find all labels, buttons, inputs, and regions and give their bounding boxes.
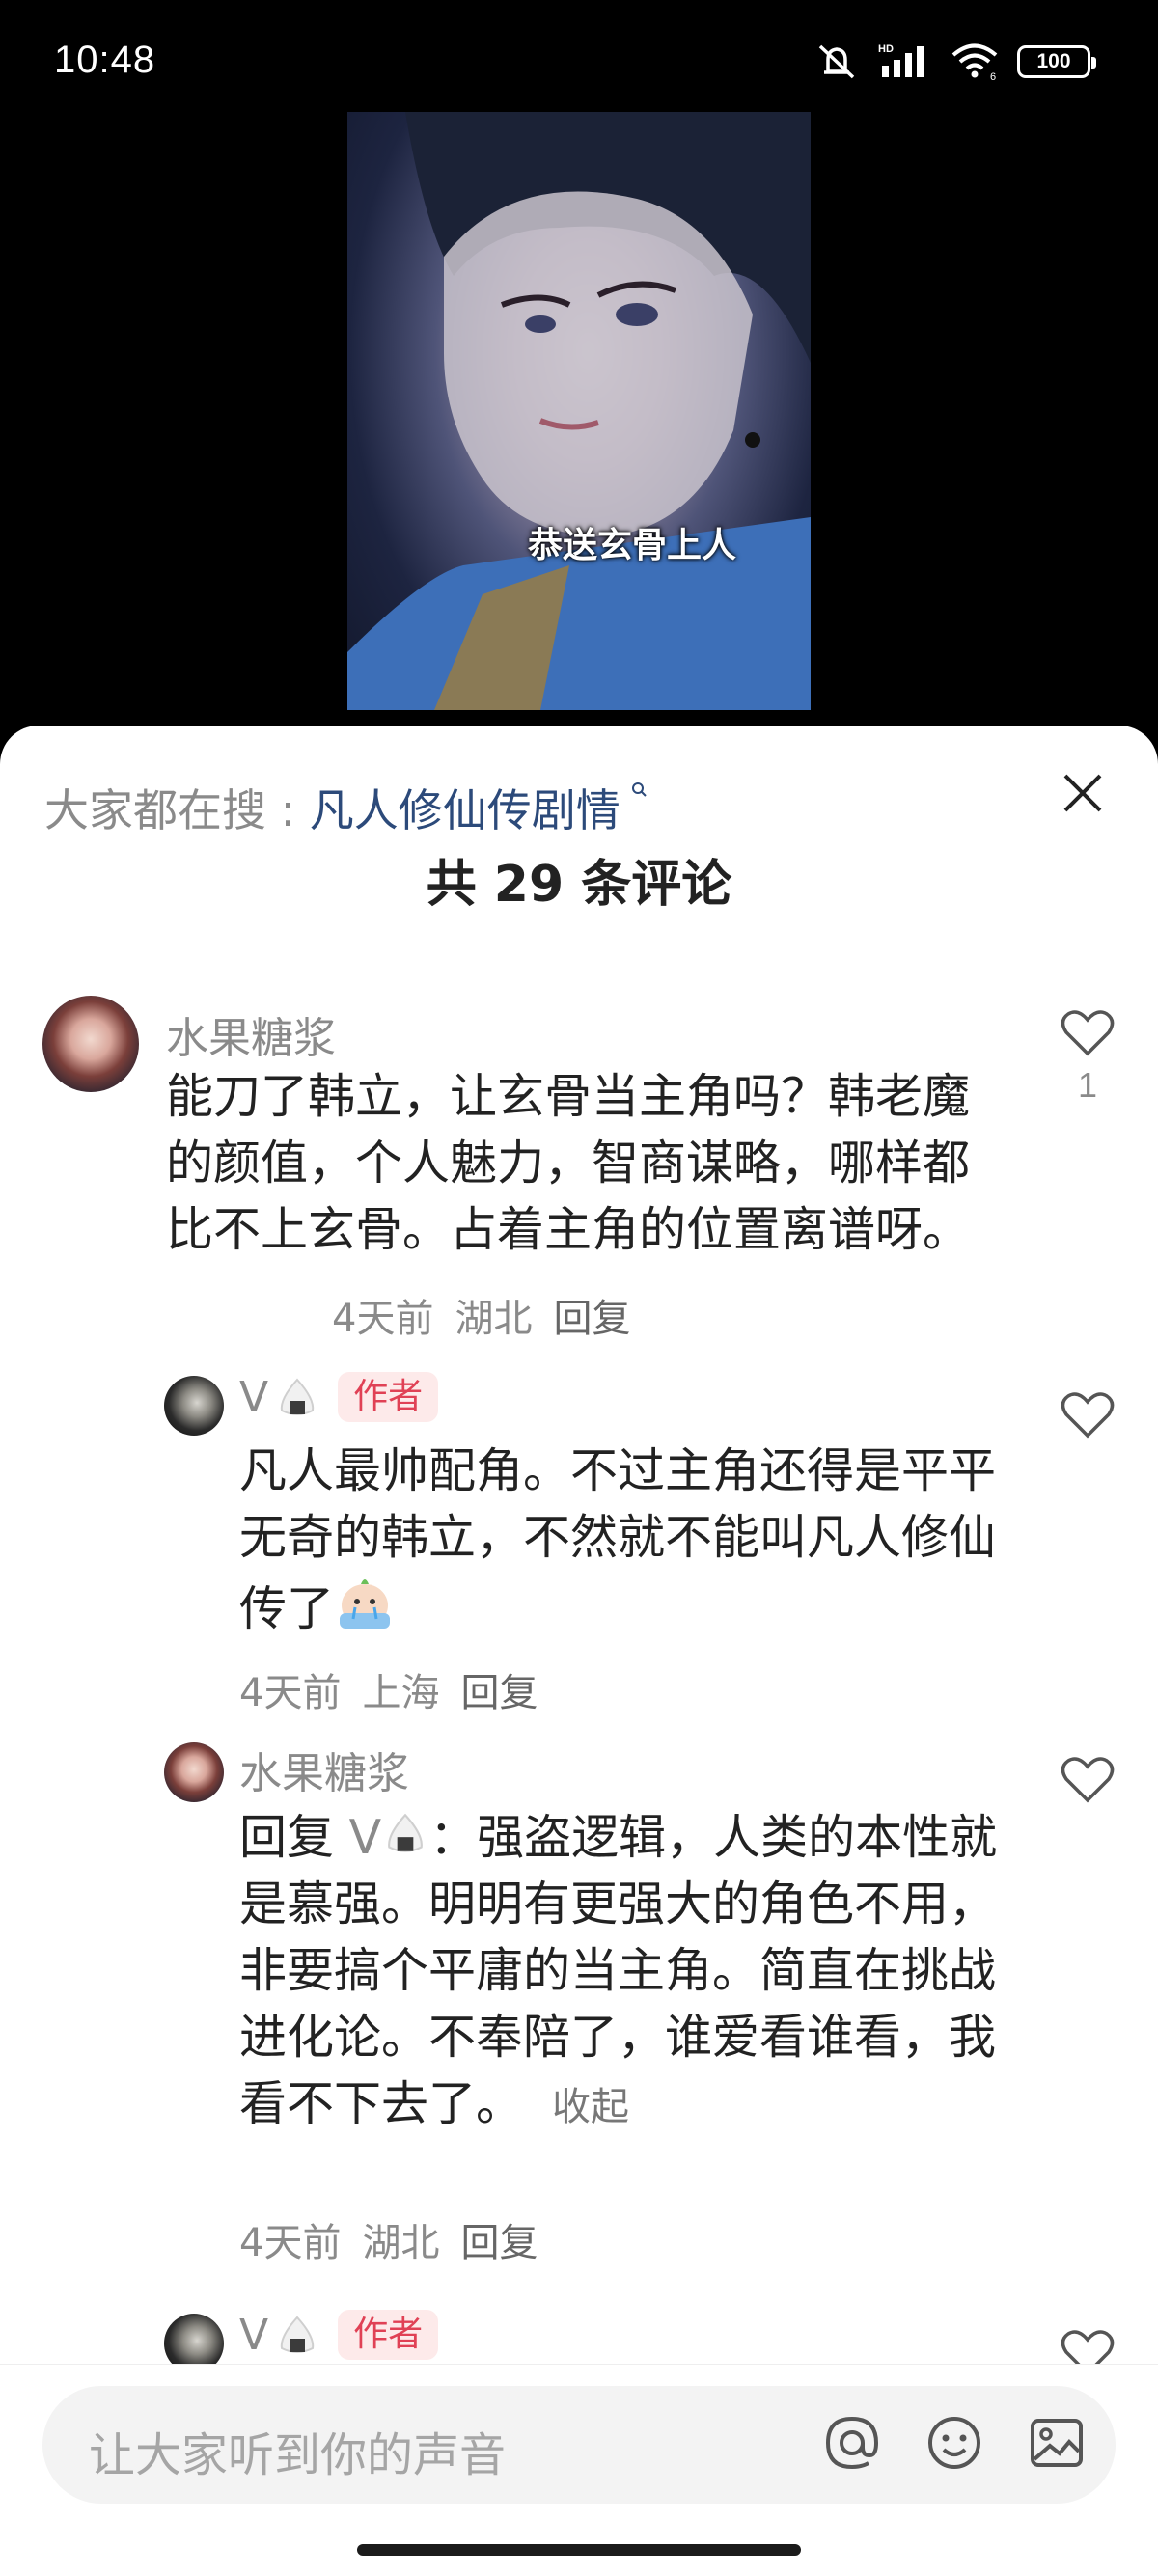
svg-text:6: 6	[990, 71, 996, 81]
heart-icon	[1061, 1392, 1115, 1439]
reply-item: 水果糖浆 回复 V ：强盗逻辑，人类的本性就是慕强。明明有更强大的角色不用，非要…	[0, 1739, 1158, 2279]
avatar[interactable]	[164, 1742, 224, 1802]
input-placeholder: 让大家听到你的声音	[89, 2428, 507, 2482]
avatar[interactable]	[42, 996, 139, 1092]
battery-icon: 100	[1017, 45, 1096, 78]
collapse-button[interactable]: 收起	[552, 2085, 629, 2129]
rice-ball-emoji-icon	[381, 1808, 429, 1856]
reply-text: 回复 V ：强盗逻辑，人类的本性就是慕强。明明有更强大的角色不用，非要搞个平庸的…	[239, 1804, 1002, 2141]
reply-username[interactable]: 水果糖浆	[239, 1739, 409, 1800]
heart-icon	[1061, 1757, 1115, 1803]
video-frame[interactable]: 恭送玄骨上人	[347, 112, 811, 710]
avatar[interactable]	[164, 1376, 224, 1436]
comment-count: 共 29 条评论	[426, 856, 732, 914]
reply-prefix: 回复	[239, 1810, 335, 1865]
status-icons: HD 6 100	[814, 42, 1096, 81]
reply-username-row: V 作者	[239, 1372, 439, 1422]
reply-button[interactable]: 回复	[460, 2221, 538, 2265]
reply-time: 4天前	[239, 1671, 342, 1715]
comment-meta: 4天前 湖北 回复	[332, 1287, 651, 1343]
heart-icon	[1061, 1010, 1115, 1056]
reply-button[interactable]: 回复	[553, 1297, 630, 1341]
video-still-image	[347, 112, 811, 710]
video-subtitle: 恭送玄骨上人	[527, 525, 736, 565]
signal-icon: HD	[876, 42, 932, 81]
close-icon	[1063, 774, 1102, 812]
wifi-icon: 6	[950, 42, 1000, 81]
like-count: 1	[1077, 1065, 1098, 1105]
reply-meta: 4天前 上海 回复	[239, 1661, 559, 1717]
like-button[interactable]: 1	[1054, 1009, 1121, 1106]
reply-time: 4天前	[239, 2221, 342, 2265]
reply-location: 上海	[362, 1671, 440, 1715]
search-suggestion[interactable]: 大家都在搜 : 凡人修仙传剧情	[44, 776, 648, 839]
smiley-icon[interactable]	[923, 2411, 986, 2475]
reply-button[interactable]: 回复	[460, 1671, 538, 1715]
reply-username[interactable]: V	[239, 2311, 268, 2360]
author-badge: 作者	[338, 1372, 439, 1422]
reply-to-username[interactable]: V	[349, 1810, 382, 1865]
search-term-link[interactable]: 凡人修仙传剧情	[310, 784, 620, 836]
reply-username-row: V 作者	[239, 2310, 439, 2360]
comment-location: 湖北	[455, 1297, 533, 1341]
comments-sheet: 大家都在搜 : 凡人修仙传剧情 共 29 条评论 水果糖浆 能刀了韩立，让玄骨当…	[0, 726, 1158, 2576]
crying-emoji-icon	[334, 1571, 396, 1632]
rice-ball-emoji-icon	[274, 2312, 320, 2358]
close-button[interactable]	[1052, 762, 1114, 824]
comment-username[interactable]: 水果糖浆	[166, 1003, 336, 1065]
at-icon[interactable]	[820, 2411, 884, 2475]
rice-ball-emoji-icon	[274, 1374, 320, 1420]
comment-time: 4天前	[332, 1297, 434, 1341]
comment-input-bar: 让大家听到你的声音	[0, 2364, 1158, 2576]
input-actions	[820, 2411, 1089, 2475]
comment-input[interactable]: 让大家听到你的声音	[42, 2386, 1116, 2504]
svg-text:HD: HD	[878, 43, 894, 55]
reply-text: 凡人最帅配角。不过主角还得是平平无奇的韩立，不然就不能叫凡人修仙传了	[239, 1438, 1011, 1642]
author-badge: 作者	[338, 2310, 439, 2360]
search-prefix: 大家都在搜 :	[44, 784, 310, 836]
comment-item: 水果糖浆 能刀了韩立，让玄骨当主角吗？韩老魔的颜值，个人魅力，智商谋略，哪样都比…	[0, 996, 1158, 1362]
home-indicator[interactable]	[357, 2544, 801, 2556]
reply-meta: 4天前 湖北 回复	[239, 2211, 559, 2267]
reply-username[interactable]: V	[239, 1373, 268, 1422]
like-button[interactable]	[1054, 1391, 1121, 1443]
status-time: 10:48	[54, 39, 156, 81]
like-button[interactable]	[1054, 1756, 1121, 1808]
reply-location: 湖北	[362, 2221, 440, 2265]
image-icon[interactable]	[1025, 2411, 1089, 2475]
video-player[interactable]: 恭送玄骨上人	[0, 96, 1158, 733]
reply-item: V 作者 凡人最帅配角。不过主角还得是平平无奇的韩立，不然就不能叫凡人修仙传了 …	[0, 1372, 1158, 1729]
comment-text: 能刀了韩立，让玄骨当主角吗？韩老魔的颜值，个人魅力，智商谋略，哪样都比不上玄骨。…	[166, 1069, 971, 1257]
search-icon	[624, 776, 648, 800]
mute-icon	[814, 42, 859, 81]
status-bar: 10:48 HD 6 100	[0, 0, 1158, 96]
